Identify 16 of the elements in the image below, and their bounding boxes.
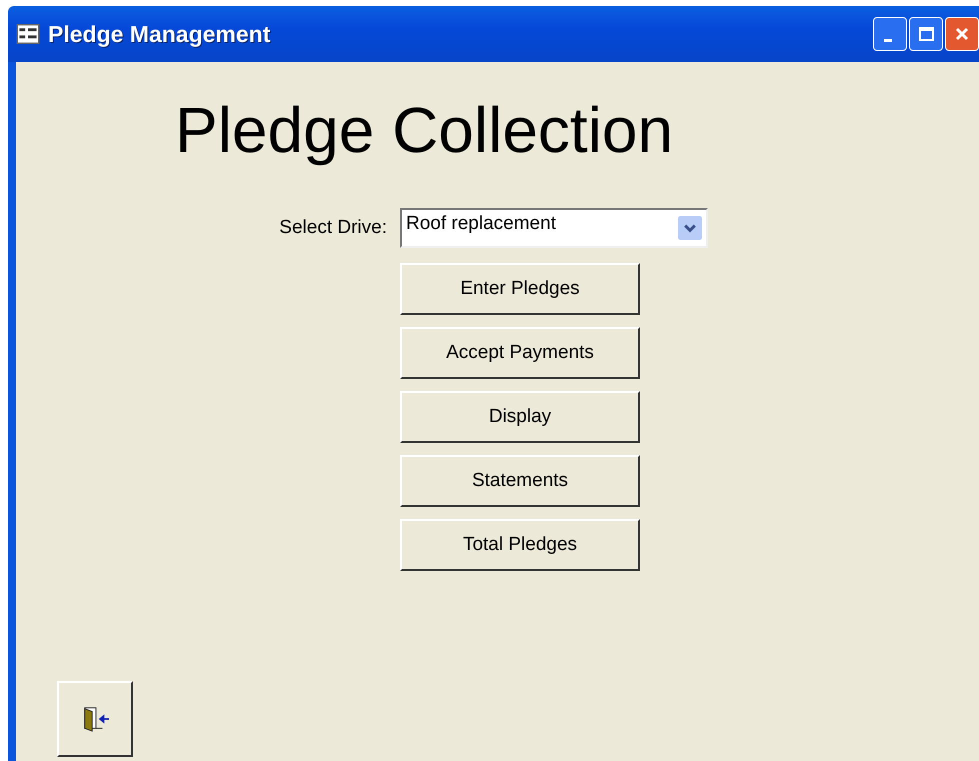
exit-button[interactable] <box>57 681 133 757</box>
command-button[interactable]: Statements <box>400 455 640 507</box>
window-title: Pledge Management <box>48 20 272 48</box>
form-icon <box>16 24 40 44</box>
minimize-button[interactable] <box>873 17 907 51</box>
command-button[interactable]: Total Pledges <box>400 519 640 571</box>
drive-dropdown[interactable]: Roof replacement <box>400 208 708 248</box>
maximize-button[interactable] <box>909 17 943 51</box>
close-button[interactable] <box>945 17 979 51</box>
command-button[interactable]: Enter Pledges <box>400 263 640 315</box>
maximize-icon <box>916 24 936 44</box>
command-button[interactable]: Accept Payments <box>400 327 640 379</box>
select-drive-label: Select Drive: <box>278 217 387 239</box>
minimize-icon <box>884 38 892 42</box>
form-heading: Pledge Collection <box>174 93 674 168</box>
command-button[interactable]: Display <box>400 391 640 443</box>
